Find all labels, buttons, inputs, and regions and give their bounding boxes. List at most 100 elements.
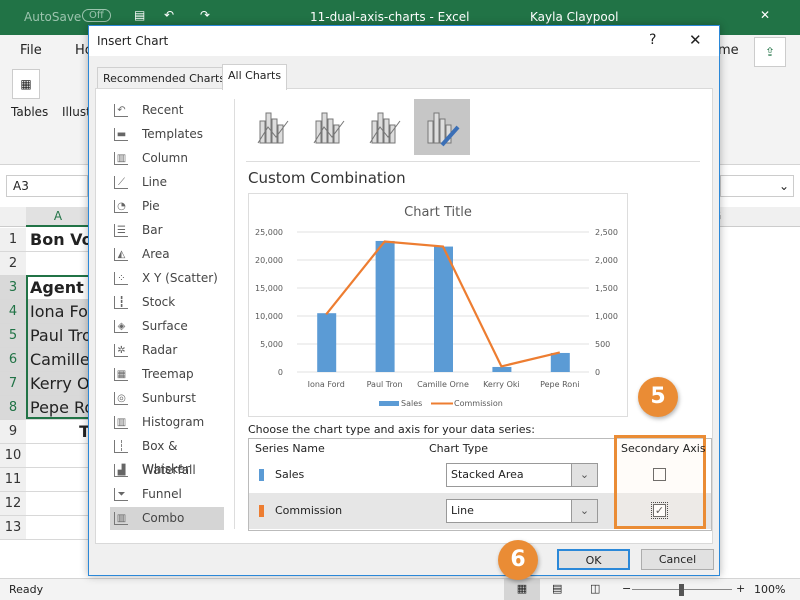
chart-type-combo[interactable]: ▥ Combo [110,507,224,530]
row-header[interactable]: 9 [0,420,26,444]
chart-type-recent[interactable]: ↶ Recent [110,99,224,122]
help-button[interactable]: ? [649,32,656,48]
zoom-in-icon[interactable]: + [736,582,745,595]
chart-type-box-whisker[interactable]: ┆ Box & Whisker [110,435,224,476]
chart-type-line[interactable]: ⟋ Line [110,171,224,194]
chart-type-icon: ┆ [114,440,128,453]
header-chart-type: Chart Type [429,442,488,455]
stacked-area-column-thumbnail[interactable] [358,99,414,155]
table-icon[interactable]: ▦ [12,69,40,99]
row-header[interactable]: 8 [0,396,26,420]
zoom-level[interactable]: 100% [754,583,785,596]
autosave-label: AutoSave [24,10,82,24]
series-color-swatch [259,469,264,481]
zoom-slider-thumb[interactable] [679,584,684,596]
row-header[interactable]: 10 [0,444,26,468]
formula-expand-icon[interactable]: ⌄ [720,175,794,197]
chart-type-bar[interactable]: ☰ Bar [110,219,224,242]
ok-button[interactable]: OK [557,549,630,570]
y-tick-label: 0 [278,368,283,377]
page-layout-icon[interactable]: ▤ [552,582,562,595]
cell[interactable] [26,444,90,468]
row-header[interactable]: 1 [0,228,26,252]
sales-bar [492,366,512,372]
chart-type-icon: ✲ [114,344,128,357]
x-tick-label: Pepe Roni [540,380,579,389]
chart-type-select[interactable]: Line ⌄ [446,499,598,523]
chart-type-templates[interactable]: ▬ Templates [110,123,224,146]
series-name: Commission [275,504,343,517]
chart-type-area[interactable]: ◭ Area [110,243,224,266]
chart-type-treemap[interactable]: ▦ Treemap [110,363,224,386]
sales-bar [375,240,395,372]
tell-me[interactable]: me [718,43,739,58]
dialog-title: Insert Chart [97,34,169,48]
zoom-out-icon[interactable]: − [622,582,631,595]
row-header[interactable]: 11 [0,468,26,492]
cell[interactable]: Bon Voy [26,228,90,252]
page-break-icon[interactable]: ◫ [590,582,600,595]
chart-type-sunburst[interactable]: ◎ Sunburst [110,387,224,410]
secondary-axis-highlight: Secondary Axis [614,435,706,529]
tables-button[interactable]: Tables [11,105,48,119]
row-header[interactable]: 3 [0,276,26,300]
column-a-header[interactable]: A [26,207,90,227]
row-header[interactable]: 13 [0,516,26,540]
header-secondary-axis: Secondary Axis [621,442,706,455]
name-box[interactable]: A3 [6,175,88,197]
cell[interactable] [26,492,90,516]
chart-type-histogram[interactable]: ▥ Histogram [110,411,224,434]
cell[interactable] [26,516,90,540]
row-header[interactable]: 4 [0,300,26,324]
normal-view-icon[interactable]: ▦ [504,578,540,600]
y-tick-label: 20,000 [255,256,283,265]
close-icon[interactable]: ✕ [689,31,702,49]
tab-recommended-charts[interactable]: Recommended Charts [97,67,232,90]
chart-type-icon: ⟋ [114,176,128,189]
chart-type-radar[interactable]: ✲ Radar [110,339,224,362]
cell[interactable] [26,468,90,492]
row-header[interactable]: 6 [0,348,26,372]
tab-all-charts[interactable]: All Charts [222,64,288,90]
chart-type-select[interactable]: Stacked Area ⌄ [446,463,598,487]
undo-icon[interactable]: ↶ [164,8,174,22]
row-header[interactable]: 2 [0,252,26,276]
cell[interactable]: Paul Tro [26,324,90,348]
y2-tick-label: 2,000 [595,256,618,265]
cell[interactable]: Camille [26,348,90,372]
cell[interactable]: Agent [26,276,90,300]
row-header[interactable]: 7 [0,372,26,396]
row-header[interactable]: 5 [0,324,26,348]
chart-type-waterfall[interactable]: ▟ Waterfall [110,459,224,482]
share-icon[interactable]: ⇪ [754,37,786,67]
step-5-callout: 5 [638,377,678,417]
tab-file[interactable]: File [20,43,42,58]
illustrations-button[interactable]: Illust [62,105,91,119]
chart-type-column[interactable]: ▥ Column [110,147,224,170]
chart-type-pie[interactable]: ◔ Pie [110,195,224,218]
chart-type-stock[interactable]: ┇ Stock [110,291,224,314]
autosave-toggle[interactable]: Off [82,9,111,22]
chart-type-funnel[interactable]: ⏷ Funnel [110,483,224,506]
y2-tick-label: 1,000 [595,312,618,321]
clustered-column-line-thumbnail[interactable] [246,99,302,155]
cell[interactable]: T [26,420,90,444]
redo-icon[interactable]: ↷ [200,8,210,22]
user-name[interactable]: Kayla Claypool [530,10,618,24]
chart-type-icon: ↶ [114,104,128,117]
status-ready: Ready [9,583,44,596]
custom-combination-thumbnail[interactable] [414,99,470,155]
cell[interactable]: Pepe Ro [26,396,90,420]
close-window-icon[interactable]: ✕ [760,8,770,22]
clustered-column-line-secondary-thumbnail[interactable] [302,99,358,155]
cell[interactable]: Kerry O [26,372,90,396]
cell[interactable]: Iona Fo [26,300,90,324]
combo-chart: Chart Title 0 0 5,000 500 10,000 1,000 15,000 1,… [255,205,618,408]
chart-type-icon: ▦ [114,368,128,381]
cell[interactable] [26,252,90,276]
chart-type-surface[interactable]: ◈ Surface [110,315,224,338]
row-header[interactable]: 12 [0,492,26,516]
save-icon[interactable]: ▤ [134,8,145,22]
cancel-button[interactable]: Cancel [641,549,714,570]
chart-type-x-y-scatter-[interactable]: ⁘ X Y (Scatter) [110,267,224,290]
